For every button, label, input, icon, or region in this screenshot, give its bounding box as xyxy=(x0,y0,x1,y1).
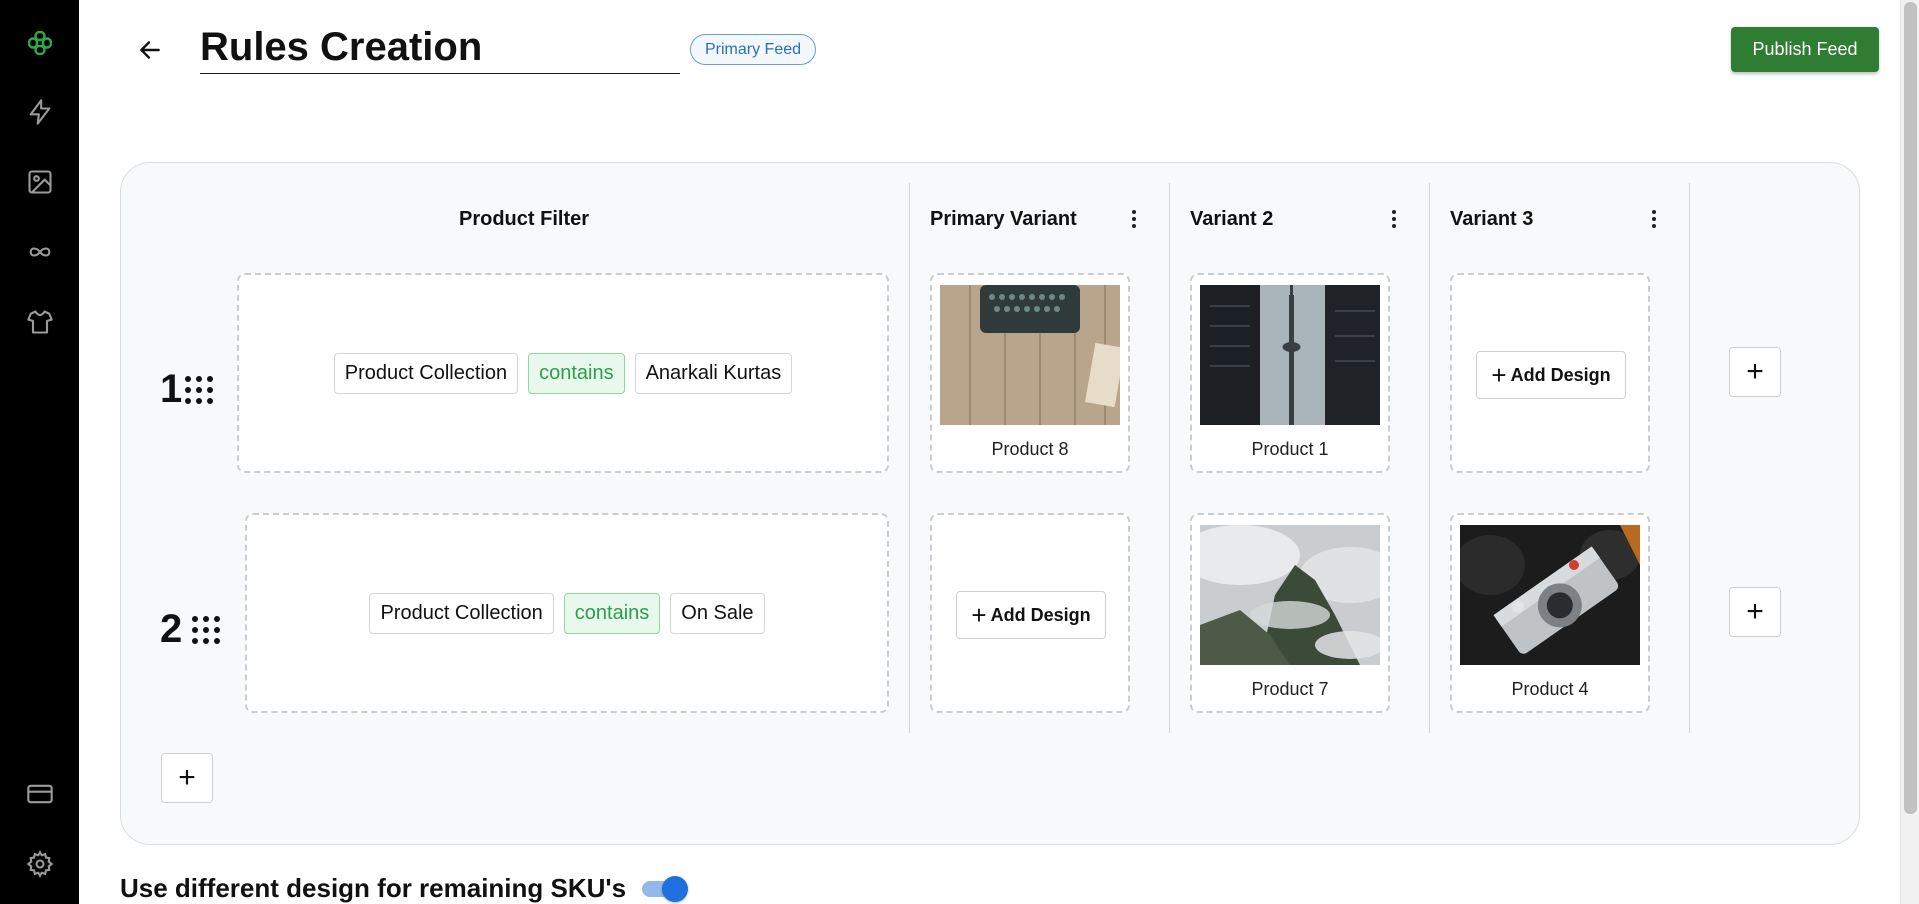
lightning-icon[interactable] xyxy=(24,96,56,128)
add-rule-button[interactable]: + xyxy=(161,753,213,803)
more-vert-icon[interactable] xyxy=(1124,206,1144,232)
camera-image xyxy=(1460,525,1640,665)
add-variant-button[interactable]: + xyxy=(1729,587,1781,637)
filter-field-chip[interactable]: Product Collection xyxy=(333,352,519,394)
filter-value-chip[interactable]: Anarkali Kurtas xyxy=(634,352,793,394)
shirt-icon[interactable] xyxy=(24,306,56,338)
plus-icon: + xyxy=(178,761,196,794)
page-scrollbar[interactable] xyxy=(1900,0,1919,904)
rule-filter-box[interactable]: Product Collection contains On Sale xyxy=(245,513,889,713)
typewriter-image xyxy=(940,285,1120,425)
plus-icon: + xyxy=(1746,595,1764,628)
rules-panel xyxy=(120,162,1860,845)
gear-icon[interactable] xyxy=(24,848,56,880)
drag-handle-icon[interactable] xyxy=(185,376,213,404)
column-header-product-filter: Product Filter xyxy=(459,208,590,230)
misty-forest-image xyxy=(1200,525,1380,665)
column-divider xyxy=(909,183,910,733)
title-input[interactable] xyxy=(200,22,680,74)
back-button[interactable] xyxy=(134,34,166,66)
credit-card-icon[interactable] xyxy=(24,778,56,810)
more-vert-icon[interactable] xyxy=(1384,206,1404,232)
scrollbar-thumb[interactable] xyxy=(1904,2,1917,814)
design-label: Product 7 xyxy=(1251,679,1329,699)
design-cell[interactable]: Product 7 xyxy=(1190,513,1390,713)
design-label: Product 1 xyxy=(1251,439,1329,459)
design-cell-empty: + Add Design xyxy=(1450,273,1650,473)
image-icon[interactable] xyxy=(24,166,56,198)
add-variant-button[interactable]: + xyxy=(1729,347,1781,397)
sidebar xyxy=(0,0,79,904)
infinity-icon[interactable] xyxy=(24,236,56,268)
design-cell-empty: + Add Design xyxy=(930,513,1130,713)
column-divider xyxy=(1429,183,1430,733)
rule-number: 1 xyxy=(160,367,183,411)
add-design-label: Add Design xyxy=(1510,364,1611,385)
publish-feed-button[interactable]: Publish Feed xyxy=(1731,27,1879,72)
design-label: Product 8 xyxy=(991,439,1069,459)
add-design-button[interactable]: + Add Design xyxy=(1476,351,1626,399)
add-design-button[interactable]: + Add Design xyxy=(956,591,1106,639)
design-cell[interactable]: Product 4 xyxy=(1450,513,1650,713)
arrow-left-icon xyxy=(140,41,160,59)
toggle-knob xyxy=(662,876,688,902)
rule-number: 2 xyxy=(160,607,183,651)
filter-operator-chip[interactable]: contains xyxy=(528,352,625,394)
column-header-variant-3: Variant 3 xyxy=(1450,208,1534,230)
design-cell[interactable]: Product 8 xyxy=(930,273,1130,473)
more-vert-icon[interactable] xyxy=(1644,206,1664,232)
drag-handle-icon[interactable] xyxy=(192,616,220,644)
column-divider xyxy=(1689,183,1690,733)
filter-value-chip[interactable]: On Sale xyxy=(670,592,765,634)
column-header-primary-variant: Primary Variant xyxy=(930,208,1077,230)
filter-operator-chip[interactable]: contains xyxy=(563,592,661,634)
add-design-label: Add Design xyxy=(990,604,1091,625)
design-cell[interactable]: Product 1 xyxy=(1190,273,1390,473)
logo-icon[interactable] xyxy=(24,27,56,59)
tower-image xyxy=(1200,285,1380,425)
column-divider xyxy=(1169,183,1170,733)
column-header-variant-2: Variant 2 xyxy=(1190,208,1274,230)
filter-field-chip[interactable]: Product Collection xyxy=(369,592,554,634)
plus-icon: + xyxy=(1746,355,1764,388)
plus-icon: + xyxy=(971,600,987,630)
plus-icon: + xyxy=(1491,360,1507,390)
rule-filter-box[interactable]: Product Collection contains Anarkali Kur… xyxy=(237,273,889,473)
remaining-sku-toggle[interactable] xyxy=(642,876,688,902)
feed-badge: Primary Feed xyxy=(690,34,817,65)
remaining-sku-label: Use different design for remaining SKU's xyxy=(120,873,627,903)
design-label: Product 4 xyxy=(1511,679,1589,699)
